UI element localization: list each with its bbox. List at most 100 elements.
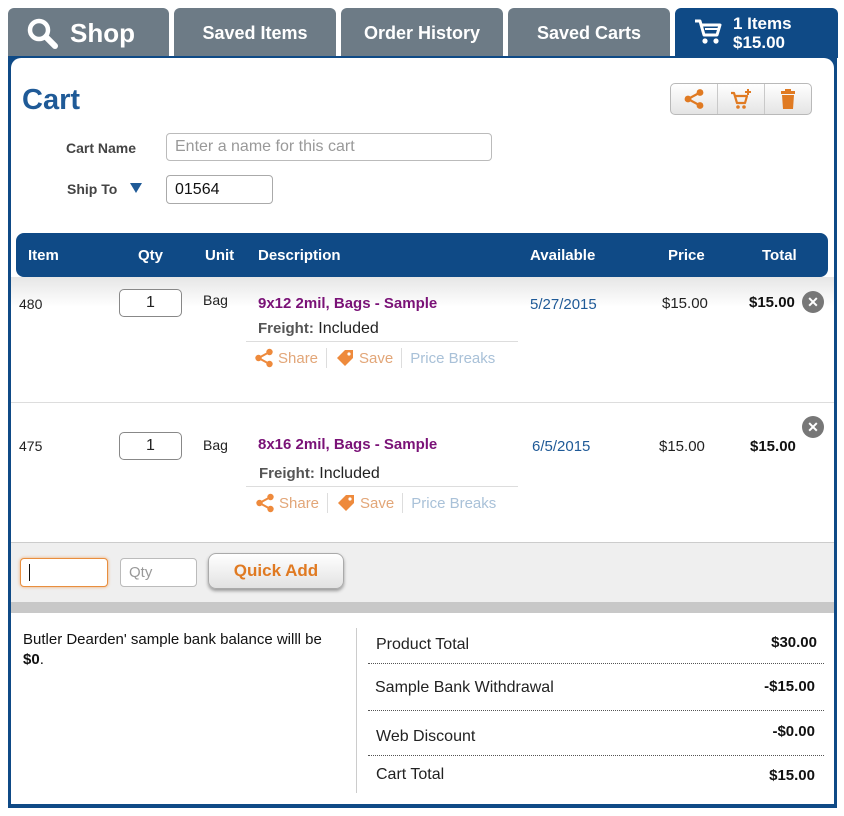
save-label: Save: [360, 494, 395, 512]
quick-add-item-input[interactable]: [20, 558, 108, 587]
header-description: Description: [258, 247, 341, 264]
share-icon: [684, 89, 704, 109]
tab-order-history-label: Order History: [363, 22, 481, 43]
delete-cart-button[interactable]: [765, 84, 811, 114]
header-price: Price: [668, 247, 705, 264]
trash-icon: [781, 89, 795, 109]
chevron-down-icon[interactable]: [130, 183, 142, 193]
tag-icon: [337, 350, 354, 366]
section-divider: [11, 602, 834, 613]
tag-icon: [338, 495, 355, 511]
product-description[interactable]: 9x12 2mil, Bags - Sample: [258, 295, 437, 312]
sample-tag: - Sample: [374, 295, 438, 312]
bank-withdrawal-value: -$15.00: [764, 678, 815, 695]
item-number: 475: [19, 438, 43, 454]
line-total: $15.00: [749, 294, 795, 311]
freight-line: Freight: Included: [258, 320, 379, 338]
qty-input[interactable]: 1: [119, 432, 182, 460]
table-header: Item Qty Unit Description Available Pric…: [16, 233, 828, 277]
product-name: 8x16 2mil, Bags: [258, 436, 371, 453]
quick-add-button[interactable]: Quick Add: [208, 553, 344, 589]
save-item-link[interactable]: Save: [335, 348, 401, 368]
freight-label: Freight:: [258, 320, 314, 337]
freight-label: Freight:: [259, 465, 315, 482]
tab-saved-items[interactable]: Saved Items: [174, 8, 336, 58]
share-item-link[interactable]: Share: [255, 493, 327, 513]
cart-summary: 1 Items $15.00: [733, 14, 792, 52]
freight-value: Included: [318, 320, 379, 337]
share-icon: [255, 348, 273, 368]
sample-bank-note: Butler Dearden' sample bank balance will…: [23, 630, 343, 670]
price-breaks-link[interactable]: Price Breaks: [411, 495, 504, 512]
close-icon: ✕: [807, 419, 819, 435]
web-discount-value: -$0.00: [772, 723, 815, 740]
tab-shop-label: Shop: [70, 17, 135, 48]
header-unit: Unit: [205, 247, 235, 264]
product-name: 9x12 2mil, Bags: [258, 295, 371, 312]
freight-line: Freight: Included: [259, 465, 380, 483]
unit-price: $15.00: [662, 295, 708, 312]
top-tabs: Shop Saved Items Order History Saved Car…: [0, 0, 844, 58]
cart-tab-total: $15.00: [733, 33, 785, 52]
cart-name-input[interactable]: [166, 133, 492, 161]
item-links: Share Save Price Breaks: [254, 348, 503, 368]
divider: [368, 710, 824, 711]
ship-to-label: Ship To: [67, 181, 118, 197]
qty-input[interactable]: 1: [119, 289, 182, 317]
save-item-link[interactable]: Save: [336, 493, 402, 513]
divider: [368, 663, 824, 664]
text-cursor: [29, 564, 30, 581]
divider: [402, 493, 404, 513]
tab-saved-carts[interactable]: Saved Carts: [508, 8, 670, 58]
unit-value: Bag: [203, 437, 228, 453]
product-total-label: Product Total: [376, 636, 470, 653]
close-icon: ✕: [807, 294, 819, 310]
divider: [246, 486, 518, 487]
product-description[interactable]: 8x16 2mil, Bags - Sample: [258, 436, 437, 453]
summary-divider: [356, 628, 357, 793]
price-breaks-link[interactable]: Price Breaks: [410, 350, 503, 367]
divider: [327, 493, 329, 513]
cart-name-label: Cart Name: [66, 140, 137, 156]
divider: [368, 755, 824, 756]
divider: [401, 348, 403, 368]
bottom-border: [11, 804, 834, 808]
available-date: 6/5/2015: [532, 438, 591, 455]
bank-note-end: .: [39, 651, 44, 668]
add-cart-button[interactable]: [718, 84, 765, 114]
unit-price: $15.00: [659, 438, 705, 455]
search-icon: [26, 17, 58, 49]
row-divider: [11, 402, 834, 403]
shopping-cart-icon: [693, 16, 723, 51]
share-label: Share: [279, 494, 320, 512]
share-item-link[interactable]: Share: [254, 348, 326, 368]
line-total: $15.00: [750, 438, 796, 455]
header-qty: Qty: [138, 247, 164, 264]
tab-cart[interactable]: 1 Items $15.00: [675, 8, 838, 58]
tab-saved-items-label: Saved Items: [202, 22, 308, 43]
remove-item-button[interactable]: ✕: [802, 291, 824, 313]
cart-actions: [670, 83, 812, 115]
save-label: Save: [359, 349, 394, 367]
cart-plus-icon: [731, 89, 751, 109]
share-cart-button[interactable]: [671, 84, 718, 114]
header-item: Item: [28, 247, 59, 264]
quick-add-qty-input[interactable]: Qty: [120, 558, 197, 587]
cart-total-value: $15.00: [769, 767, 815, 784]
divider: [326, 348, 328, 368]
bank-withdrawal-label: Sample Bank Withdrawal: [375, 679, 554, 696]
item-links: Share Save Price Breaks: [255, 493, 504, 513]
ship-to-input[interactable]: [166, 175, 273, 204]
header-available: Available: [530, 247, 596, 264]
tab-shop[interactable]: Shop: [8, 8, 169, 58]
available-date: 5/27/2015: [530, 296, 597, 313]
bank-note-amount: $0: [23, 651, 40, 668]
tab-order-history[interactable]: Order History: [341, 8, 503, 58]
product-total-value: $30.00: [771, 634, 817, 651]
item-number: 480: [19, 296, 43, 312]
remove-item-button[interactable]: ✕: [802, 416, 824, 438]
freight-value: Included: [319, 465, 380, 482]
tab-saved-carts-label: Saved Carts: [536, 22, 642, 43]
divider: [246, 341, 518, 342]
web-discount-label: Web Discount: [376, 728, 476, 745]
